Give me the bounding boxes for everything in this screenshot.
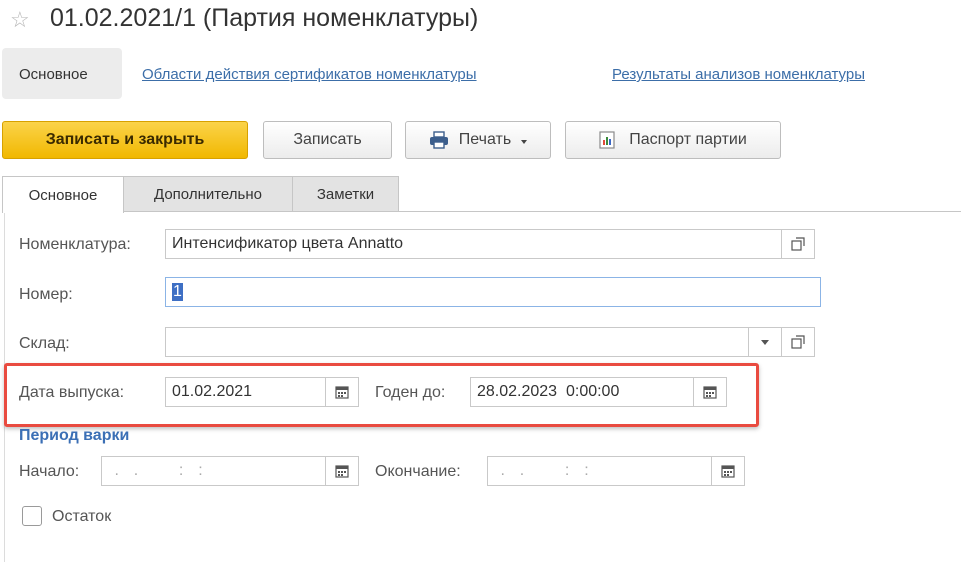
open-form-icon[interactable] — [781, 229, 815, 259]
print-label: Печать — [458, 131, 512, 148]
nav-link-analysis-results[interactable]: Результаты анализов номенклатуры — [612, 66, 865, 83]
nomenclature-field[interactable]: Интенсификатор цвета Annatto — [165, 229, 782, 259]
remainder-label: Остаток — [52, 508, 112, 525]
save-and-close-button[interactable]: Записать и закрыть — [2, 121, 248, 159]
chevron-down-icon — [521, 131, 528, 149]
save-label: Записать — [293, 131, 362, 148]
number-value: 1 — [172, 283, 183, 301]
start-field[interactable]: . . : : — [101, 456, 326, 486]
end-label: Окончание: — [375, 463, 461, 480]
start-label: Начало: — [19, 463, 80, 480]
report-icon — [599, 131, 615, 149]
warehouse-field[interactable] — [165, 327, 749, 357]
nav-item-main[interactable]: Основное — [19, 66, 88, 83]
print-button[interactable]: Печать — [405, 121, 551, 159]
tab-notes-label: Заметки — [316, 186, 375, 203]
save-and-close-label: Записать и закрыть — [45, 131, 205, 148]
remainder-checkbox[interactable] — [22, 506, 42, 526]
nomenclature-value: Интенсификатор цвета Annatto — [172, 235, 404, 252]
warehouse-label: Склад: — [19, 335, 70, 352]
tab-notes[interactable]: Заметки — [292, 176, 399, 212]
warehouse-dropdown-button[interactable] — [748, 327, 782, 357]
nomenclature-label: Номенклатура: — [19, 236, 131, 253]
calendar-icon[interactable] — [711, 456, 745, 486]
tab-main-label: Основное — [28, 186, 98, 204]
number-field[interactable]: 1 — [165, 277, 821, 307]
page-title: 01.02.2021/1 (Партия номенклатуры) — [50, 4, 479, 32]
save-button[interactable]: Записать — [263, 121, 392, 159]
printer-icon — [429, 131, 449, 149]
end-value: . . : : — [494, 462, 591, 479]
cooking-period-title: Период варки — [19, 427, 130, 444]
number-label: Номер: — [19, 286, 73, 303]
highlight-frame — [4, 363, 759, 427]
batch-passport-label: Паспорт партии — [629, 131, 747, 148]
tab-main[interactable]: Основное — [2, 176, 124, 213]
calendar-icon[interactable] — [325, 456, 359, 486]
batch-passport-button[interactable]: Паспорт партии — [565, 121, 781, 159]
favorite-star-icon[interactable]: ☆ — [10, 7, 30, 33]
chevron-down-icon — [761, 339, 769, 345]
open-form-icon[interactable] — [781, 327, 815, 357]
tab-additional[interactable]: Дополнительно — [123, 176, 293, 212]
start-value: . . : : — [108, 462, 205, 479]
nav-link-certificates[interactable]: Области действия сертификатов номенклату… — [142, 66, 477, 83]
tab-divider — [2, 211, 961, 212]
end-field[interactable]: . . : : — [487, 456, 712, 486]
tab-additional-label: Дополнительно — [154, 186, 262, 203]
